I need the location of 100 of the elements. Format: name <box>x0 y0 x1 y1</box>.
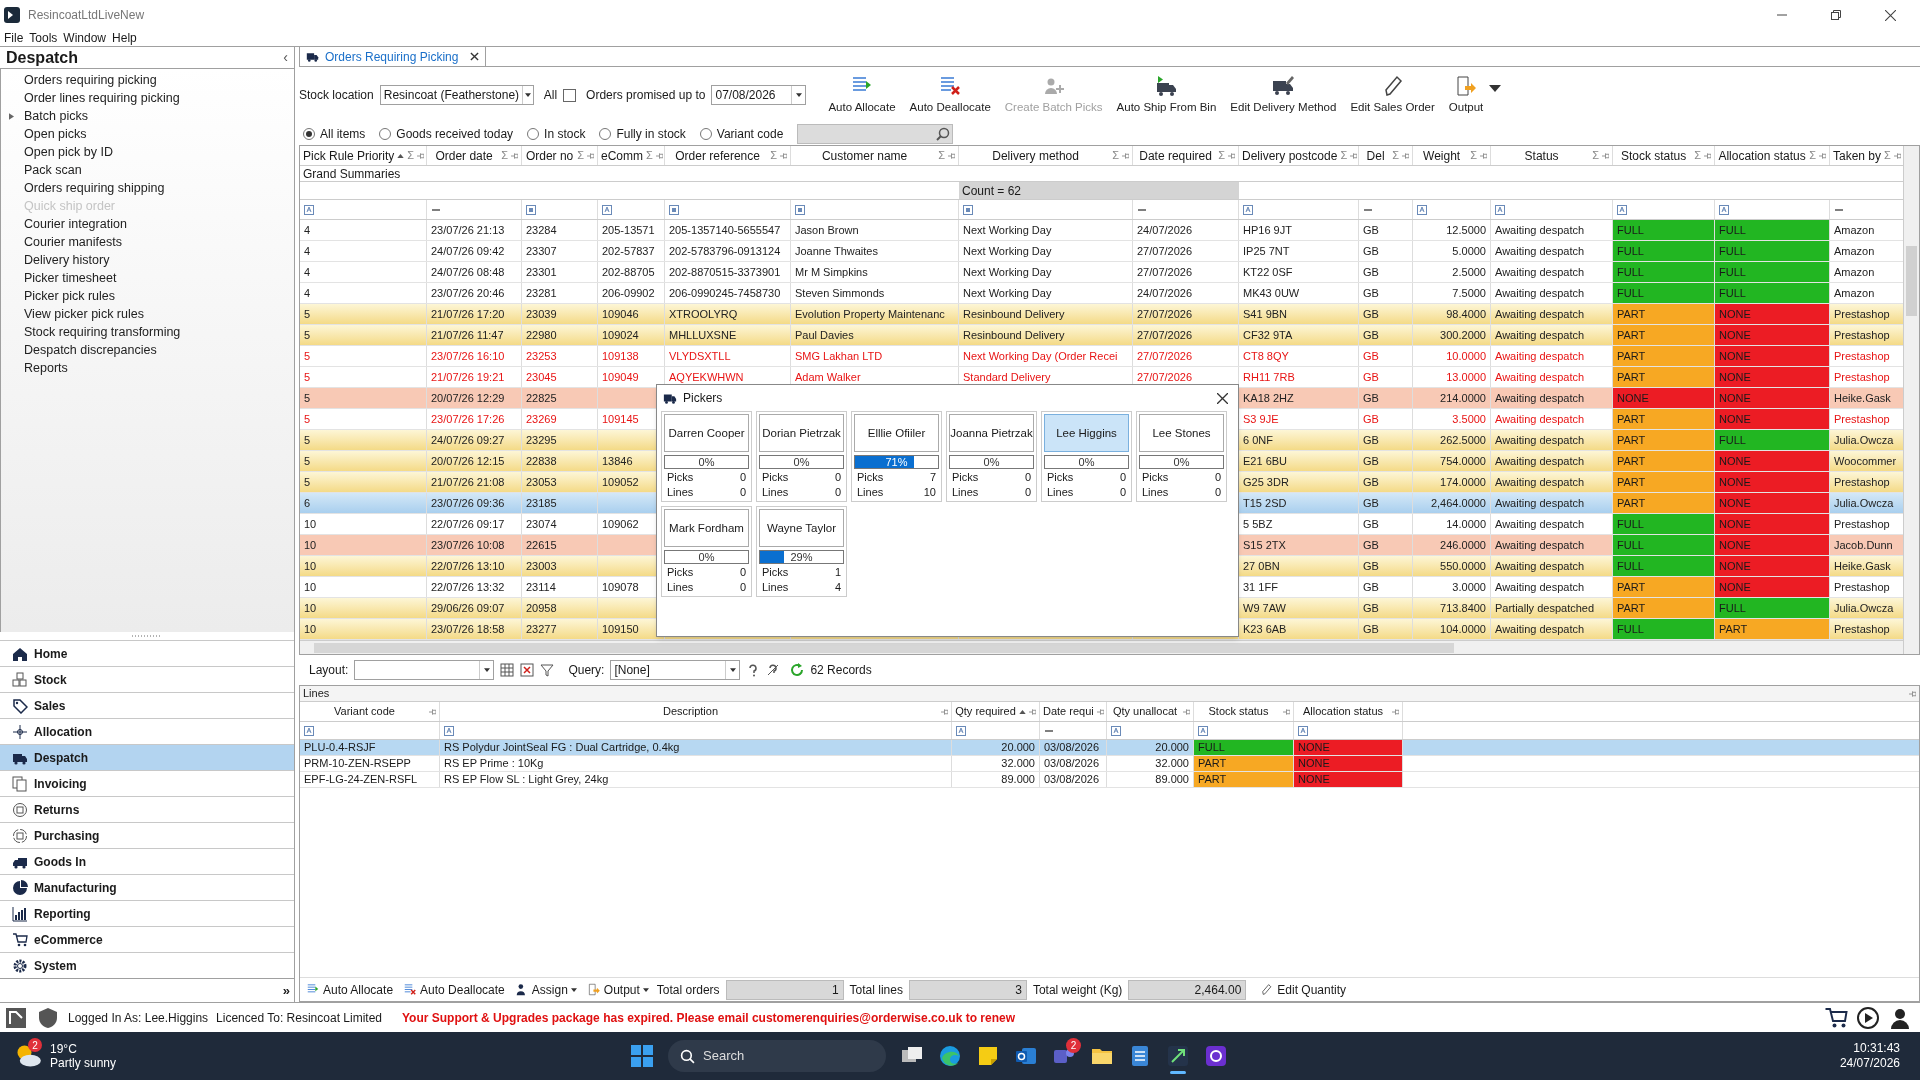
table-cell-text: Steven Simmonds <box>795 285 885 301</box>
stat-label: Lines <box>667 580 694 594</box>
status-cell: NONE <box>1715 325 1830 345</box>
stat-label: Picks <box>667 470 694 484</box>
status-cell: NONE <box>1294 772 1403 787</box>
window-title: ResincoatLtdLiveNew <box>28 7 145 24</box>
record-count: 62 Records <box>810 662 872 679</box>
table-cell-text: 5 <box>304 474 311 490</box>
panel-title: Despatch <box>6 47 79 68</box>
status-cell: PART <box>1613 304 1715 324</box>
table-cell-text: 6 <box>304 495 311 511</box>
table-cell-text: KT22 0SF <box>1243 264 1293 280</box>
table-cell-text: 20.000 <box>1155 740 1189 756</box>
notification-badge: 2 <box>28 1038 42 1052</box>
table-cell-text: 202-8870515-3373901 <box>669 264 781 280</box>
status-cell: NONE <box>1715 577 1830 597</box>
table-cell-text: Next Working Day (Order Recei <box>963 348 1118 364</box>
table-cell-text: GB <box>1363 411 1379 427</box>
table-cell-text: 4 <box>304 222 311 238</box>
table-cell-text: 5 <box>304 432 311 448</box>
table-cell-text: 5.0000 <box>1452 243 1486 259</box>
table-cell-text: 20958 <box>526 600 557 616</box>
status-cell: PART <box>1613 451 1715 471</box>
table-cell-text: Amazon <box>1834 285 1875 301</box>
table-cell-text: 13.0000 <box>1446 369 1486 385</box>
table-cell-text: W9 7AW <box>1243 600 1286 616</box>
table-cell-text: GB <box>1363 327 1379 343</box>
table-cell-text: Awaiting despatch <box>1495 390 1585 406</box>
table-cell-text: Awaiting despatch <box>1495 222 1585 238</box>
table-cell-text: 2.5000 <box>1452 264 1486 280</box>
table-cell-text: 27/07/2026 <box>1137 243 1193 259</box>
stat-value: 0 <box>739 580 746 594</box>
table-cell-text: 23039 <box>526 306 557 322</box>
status-cell: NONE <box>1715 556 1830 576</box>
table-cell-text: Jacob.Dunn <box>1834 537 1893 553</box>
table-cell-text: 23003 <box>526 558 557 574</box>
table-cell-text: 22838 <box>526 453 557 469</box>
table-cell-text: GB <box>1363 306 1379 322</box>
table-cell-text: G25 3DR <box>1243 474 1289 490</box>
status-cell: FULL <box>1715 283 1830 303</box>
status-cell: FULL <box>1715 430 1830 450</box>
table-cell-text: 27/07/2026 <box>1137 327 1193 343</box>
table-cell-text: 3.5000 <box>1452 411 1486 427</box>
stat-label: Lines <box>762 580 789 594</box>
table-cell-text: Awaiting despatch <box>1495 369 1585 385</box>
stat-value: 0 <box>1214 470 1221 484</box>
status-cell: PART <box>1194 772 1294 787</box>
table-cell-text: Next Working Day <box>963 285 1052 301</box>
stat-value: 0 <box>1214 485 1221 499</box>
table-cell-text: 214.0000 <box>1440 390 1486 406</box>
progress-reading: 0% <box>697 551 716 563</box>
table-cell-text: E21 6BU <box>1243 453 1288 469</box>
table-cell-text: 10 <box>304 621 317 637</box>
table-cell-text: 10 <box>304 558 317 574</box>
radio-label: Variant code <box>716 126 784 143</box>
status-cell: NONE <box>1715 535 1830 555</box>
stat-value: 10 <box>923 485 936 499</box>
table-cell-text: MK43 0UW <box>1243 285 1300 301</box>
table-cell-text: S3 9JE <box>1243 411 1279 427</box>
stat-label: Lines <box>952 485 979 499</box>
table-cell-text: Julia.Owcza <box>1834 432 1894 448</box>
table-cell-text: Awaiting despatch <box>1495 306 1585 322</box>
table-cell-text: 4 <box>304 243 311 259</box>
table-cell-text: 109150 <box>602 621 639 637</box>
table-cell-text: Amazon <box>1834 264 1875 280</box>
table-cell-text: 24/07/2026 <box>1137 222 1193 238</box>
stat-value: 0 <box>739 470 746 484</box>
field-label: Total lines <box>849 981 903 999</box>
field-label: Query: <box>568 662 605 679</box>
table-cell-text: 5 <box>304 390 311 406</box>
radio-label: Goods received today <box>396 126 514 143</box>
table-cell-text: 23074 <box>526 516 557 532</box>
table-cell-text: 23045 <box>526 369 557 385</box>
status-cell: PART <box>1613 430 1715 450</box>
status-cell: FULL <box>1613 241 1715 261</box>
group-label: Grand Summaries <box>303 165 401 183</box>
table-cell-text: GB <box>1363 558 1379 574</box>
table-cell-text: 32.000 <box>1001 756 1035 772</box>
table-cell-text: RS EP Flow SL : Light Grey, 24kg <box>444 772 609 788</box>
table-cell-text: 23/07/26 10:08 <box>431 537 505 553</box>
table-cell-text: 262.5000 <box>1440 432 1486 448</box>
table-cell-text: Next Working Day <box>963 243 1052 259</box>
progress-reading: 0% <box>697 456 716 468</box>
stat-label: Picks <box>762 565 789 579</box>
stat-value: 0 <box>1024 470 1031 484</box>
table-cell-text: 205-1357140-5655547 <box>669 222 781 238</box>
radio-label: In stock <box>544 126 586 143</box>
table-cell-text: Jason Brown <box>795 222 859 238</box>
table-cell-text: 32.000 <box>1155 756 1189 772</box>
total-field: 3 <box>908 979 1027 1000</box>
stat-label: Lines <box>857 485 884 499</box>
table-cell-text: S15 2TX <box>1243 537 1286 553</box>
stat-label: Picks <box>1142 470 1169 484</box>
table-cell-text: Julia.Owcza <box>1834 495 1894 511</box>
table-cell-text: 13846 <box>602 453 633 469</box>
table-cell-text: 109052 <box>602 474 639 490</box>
table-cell-text: GB <box>1363 537 1379 553</box>
table-cell-text: 109145 <box>602 411 639 427</box>
table-cell-text: Prestashop <box>1834 516 1890 532</box>
status-cell: NONE <box>1715 493 1830 513</box>
